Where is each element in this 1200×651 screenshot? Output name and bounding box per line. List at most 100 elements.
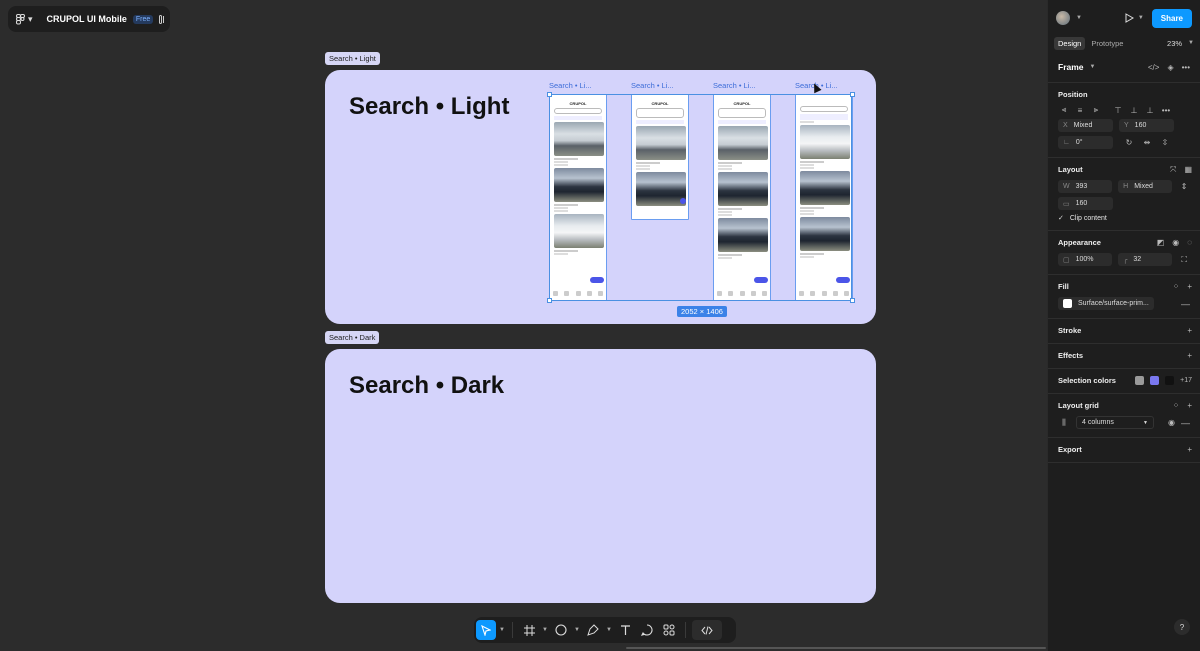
corner-radius-field[interactable]: ╭ 32 [1118,253,1173,266]
plus-icon[interactable]: + [1187,326,1192,335]
ellipse-tool-button[interactable] [551,620,571,640]
tab-design[interactable]: Design [1054,36,1086,50]
car-image [718,218,768,252]
code-icon[interactable]: </> [1148,63,1160,72]
eye-icon[interactable]: ◉ [1168,418,1175,427]
resize-handle-tr[interactable] [850,92,855,97]
plus-icon[interactable]: + [1187,351,1192,360]
avatar[interactable] [1056,11,1070,25]
resize-handle-br[interactable] [850,298,855,303]
width-field[interactable]: W 393 [1058,180,1113,193]
layout-grid-select[interactable]: 4 columns ▼ [1076,416,1154,429]
phone-logo: CRUPOL [733,101,751,106]
minus-icon[interactable]: — [1181,299,1190,309]
chevron-down-icon[interactable]: ▼ [605,620,613,640]
clip-content-label: Clip content [1069,214,1107,222]
eye-icon[interactable]: ◉ [1172,238,1179,247]
pen-tool-button[interactable] [583,620,603,640]
align-right-icon[interactable]: ⫸ [1090,105,1102,115]
flip-vertical-icon[interactable]: ⇳ [1159,138,1171,147]
chevron-down-icon[interactable]: ▼ [498,620,506,640]
phone-label-2[interactable]: Search • Li... [631,81,674,90]
minus-icon[interactable]: — [1181,418,1190,428]
align-left-icon[interactable]: ⫷ [1058,105,1070,115]
fill-style-field[interactable]: Surface/surface-prim... [1058,297,1154,310]
component-icon[interactable]: ◈ [1167,63,1173,72]
chevron-down-icon[interactable]: ▼ [1090,64,1096,70]
align-top-icon[interactable]: ⊤ [1112,106,1124,115]
phone-label-3[interactable]: Search • Li... [713,81,756,90]
text-tool-button[interactable] [615,620,635,640]
frame-tag-dark[interactable]: Search • Dark [325,331,380,344]
phone-screen-1[interactable]: CRUPOL [549,94,607,301]
move-tool-button[interactable] [476,620,496,640]
phone-screen-3[interactable]: CRUPOL [713,94,771,301]
clip-content-checkbox[interactable]: ✓ [1058,214,1064,222]
style-icon[interactable]: ◩ [1157,238,1165,247]
phone-search-bar [718,108,766,118]
rotation-field[interactable]: ∟ 0° [1058,136,1113,149]
selection-colors-more[interactable]: +17 [1180,377,1192,384]
selection-color-swatch[interactable] [1165,376,1175,385]
project-name[interactable]: CRUPOL UI Mobile [47,14,127,24]
auto-layout-icon[interactable]: ⤧ [1170,165,1176,175]
more-icon[interactable]: ••• [1182,63,1190,72]
figma-menu-button[interactable]: ▾ [16,13,33,25]
chevron-down-icon[interactable]: ▼ [1138,15,1144,21]
align-bottom-icon[interactable]: ⊥ [1144,106,1156,115]
grid-layout-icon[interactable]: ▦ [1184,165,1192,175]
height-field[interactable]: H Mixed [1118,180,1173,193]
phone-label-1[interactable]: Search • Li... [549,81,592,90]
selection-color-swatch[interactable] [1150,376,1160,385]
align-center-h-icon[interactable]: ≡ [1074,106,1086,115]
plus-icon[interactable]: + [1187,401,1192,410]
sidebar-toggle-icon[interactable] [159,14,164,24]
frame-tag-light[interactable]: Search • Light [325,52,380,65]
tab-prototype[interactable]: Prototype [1091,39,1123,48]
fill-swatch [1063,299,1072,308]
chevron-down-icon[interactable]: ▼ [1188,40,1194,46]
columns-grid-icon[interactable]: ⫼ [1058,418,1070,428]
car-image [718,172,768,206]
opacity-field[interactable]: ▢ 100% [1058,253,1113,266]
styles-grid-icon[interactable]: ⁘ [1173,401,1180,410]
gap-field[interactable]: ▭ 160 [1058,197,1113,210]
comment-tool-button[interactable] [637,620,657,640]
car-image [554,214,604,248]
align-middle-icon[interactable]: ⊥ [1128,106,1140,115]
resize-handle-tl[interactable] [547,92,552,97]
frame-search-dark[interactable]: Search • Dark [325,349,876,603]
frame-tool-button[interactable] [519,620,539,640]
move-tool-icon [481,624,491,636]
horizontal-scrollbar[interactable] [626,647,1046,649]
resize-handle-bl[interactable] [547,298,552,303]
constrain-proportions-icon[interactable]: ⇕ [1178,182,1190,191]
x-field[interactable]: X Mixed [1058,119,1113,132]
chevron-down-icon[interactable]: ▼ [541,620,549,640]
blend-icon[interactable]: ◌ [1187,238,1192,247]
selection-color-swatch[interactable] [1135,376,1145,385]
chevron-down-icon[interactable]: ▼ [1076,15,1082,21]
plan-badge: Free [132,14,154,24]
car-image [800,125,850,159]
zoom-level[interactable]: 23% [1167,39,1182,48]
chevron-down-icon[interactable]: ▼ [573,620,581,640]
components-tool-button[interactable] [659,620,679,640]
share-button[interactable]: Share [1151,8,1192,28]
opacity-icon: ▢ [1063,256,1070,264]
car-image [718,126,768,160]
styles-grid-icon[interactable]: ⁘ [1173,282,1180,291]
phone-screen-2[interactable]: CRUPOL [631,94,689,220]
y-field[interactable]: Y 160 [1119,119,1174,132]
dev-mode-toggle[interactable] [692,620,722,640]
phone-screen-4[interactable] [795,94,853,301]
plus-icon[interactable]: + [1187,282,1192,291]
independent-corners-icon[interactable]: ⛶ [1178,255,1190,265]
rotate-icon[interactable]: ↻ [1123,138,1135,147]
plus-icon[interactable]: + [1187,445,1192,454]
play-icon[interactable] [1124,13,1134,23]
flip-horizontal-icon[interactable]: ⇹ [1141,138,1153,147]
more-icon[interactable]: ••• [1160,106,1172,115]
frame-type-select[interactable]: Frame [1058,62,1084,72]
help-button[interactable]: ? [1174,619,1190,635]
